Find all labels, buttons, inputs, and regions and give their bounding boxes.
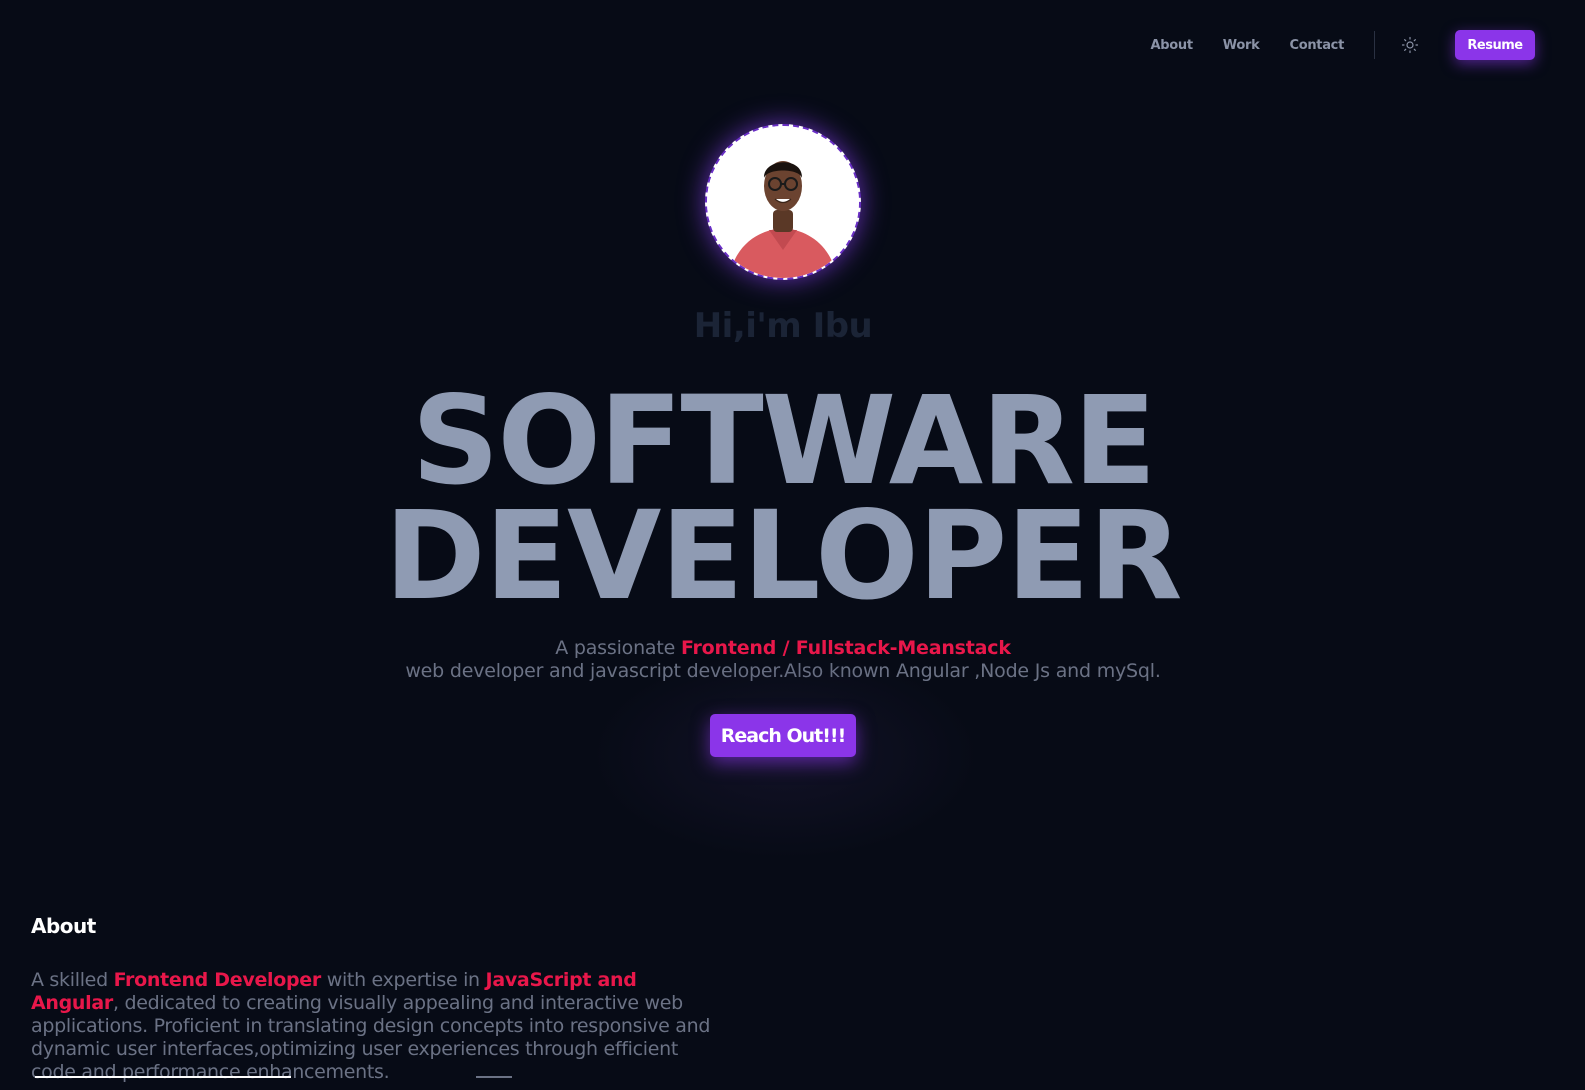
about-highlight-1: Frontend Developer bbox=[113, 969, 322, 991]
tagline-prefix: A passionate bbox=[555, 637, 681, 659]
about-text-part-3: , dedicated to creating visually appeali… bbox=[31, 992, 711, 1083]
nav-divider bbox=[1374, 31, 1375, 59]
profile-avatar bbox=[705, 124, 861, 280]
resume-button[interactable]: Resume bbox=[1455, 30, 1535, 60]
theme-toggle-button[interactable] bbox=[1395, 30, 1425, 60]
about-text-part-1: A skilled bbox=[31, 969, 114, 991]
about-text-part-2: with expertise in bbox=[320, 969, 486, 991]
sun-icon bbox=[1401, 36, 1419, 54]
headline-line-1: SOFTWARE bbox=[411, 370, 1157, 512]
headline-line-2: DEVELOPER bbox=[384, 485, 1182, 627]
profile-photo bbox=[707, 126, 859, 278]
nav-link-contact[interactable]: Contact bbox=[1289, 38, 1344, 53]
about-paragraph: A skilled Frontend Developer with expert… bbox=[31, 969, 711, 1084]
top-nav: About Work Contact Resume bbox=[1151, 30, 1535, 60]
nav-link-about[interactable]: About bbox=[1151, 38, 1194, 53]
greeting-text: Hi,i'm Ibu bbox=[693, 306, 873, 346]
nav-link-work[interactable]: Work bbox=[1223, 38, 1260, 53]
scrollbar[interactable] bbox=[1567, 0, 1585, 1090]
about-heading: About bbox=[31, 914, 96, 938]
bottom-indicator bbox=[35, 1076, 291, 1078]
portfolio-page: About Work Contact Resume Hi,i'm Ibu SOF… bbox=[0, 0, 1585, 1090]
reach-out-button[interactable]: Reach Out!!! bbox=[710, 714, 856, 757]
bottom-indicator-secondary bbox=[476, 1076, 512, 1078]
